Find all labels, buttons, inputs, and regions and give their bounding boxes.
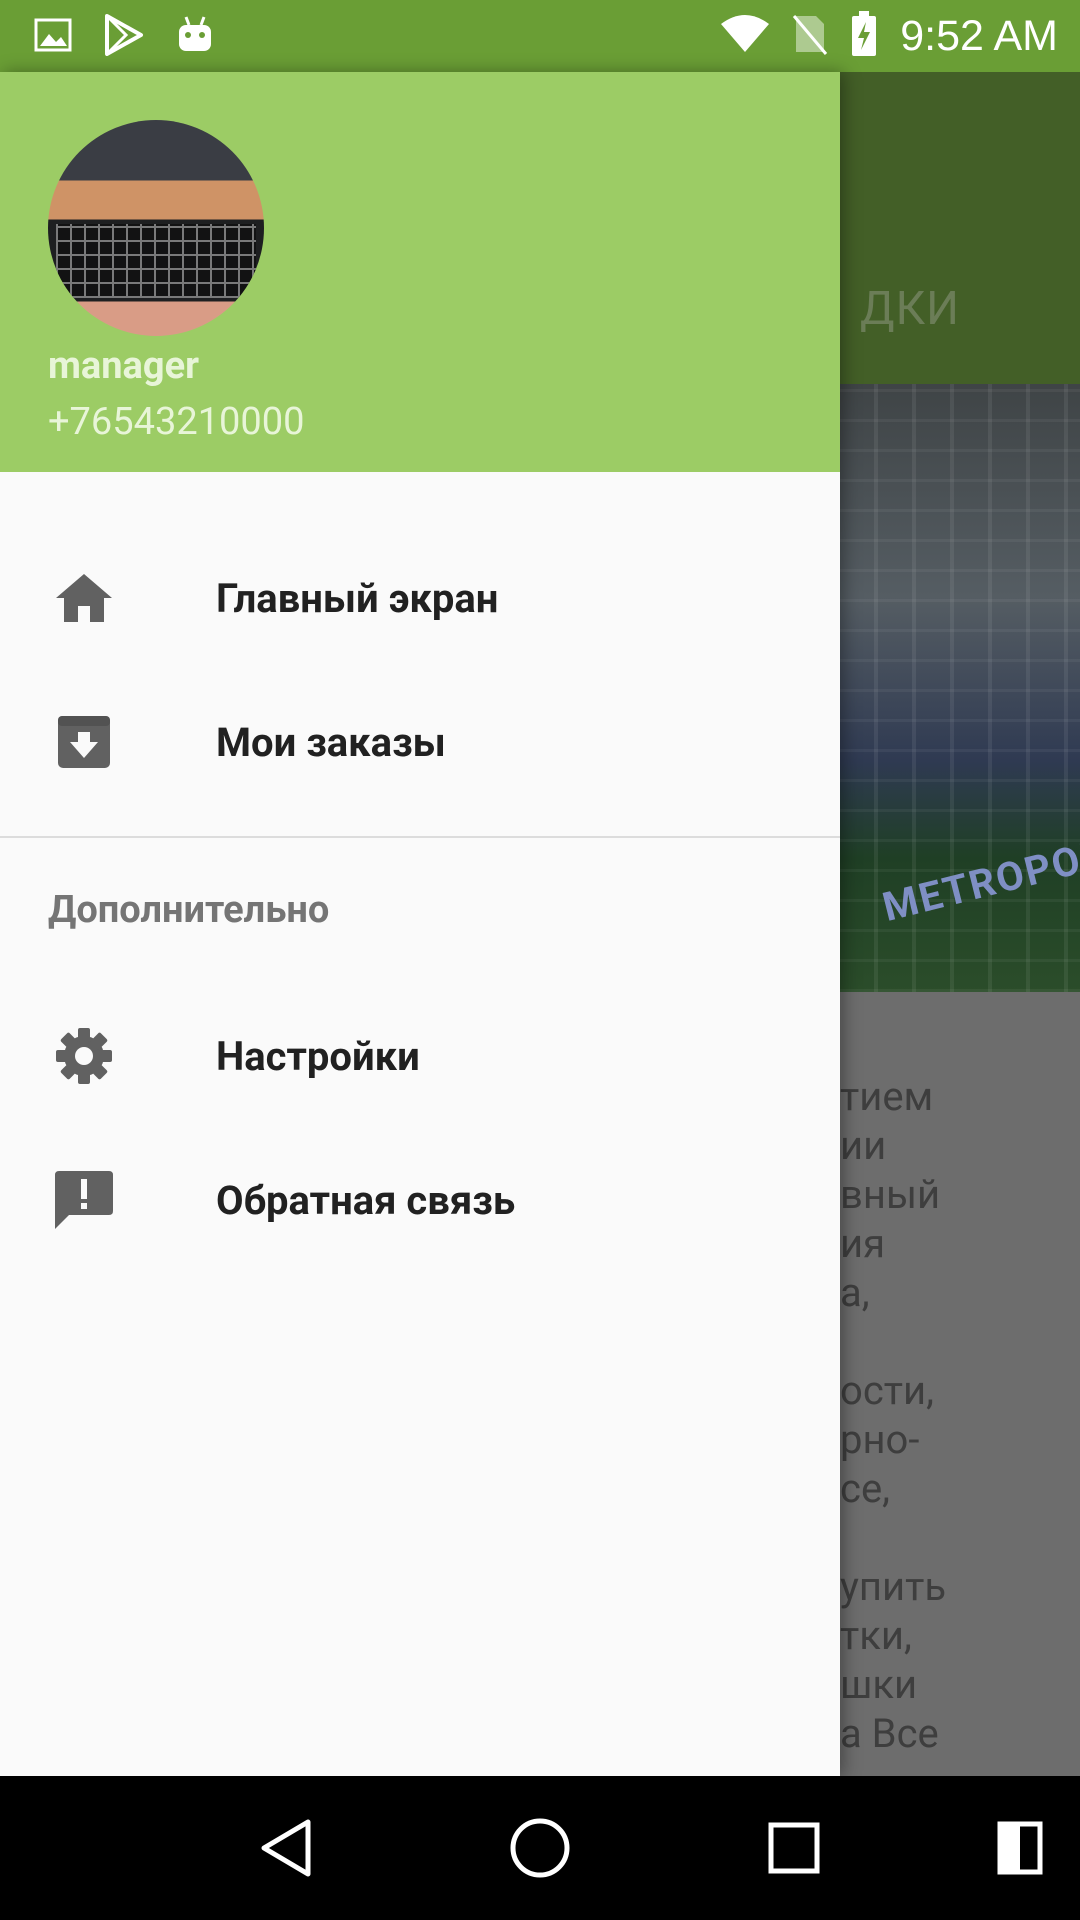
user-name: manager xyxy=(48,344,200,388)
home-circle-icon[interactable] xyxy=(504,1812,576,1884)
menu-item-settings[interactable]: Настройки xyxy=(0,984,840,1128)
drawer-divider xyxy=(0,836,840,838)
wifi-icon xyxy=(720,14,770,58)
recents-icon[interactable] xyxy=(758,1812,830,1884)
keyboard-photo xyxy=(56,224,256,298)
home-icon xyxy=(52,566,116,630)
menu-item-feedback[interactable]: Обратная связь xyxy=(0,1128,840,1272)
background-photo-ad: METROPOLS xyxy=(878,824,1080,931)
gear-icon xyxy=(52,1024,116,1088)
menu-item-home[interactable]: Главный экран xyxy=(0,526,840,670)
battery-charging-icon xyxy=(850,10,878,62)
avatar[interactable] xyxy=(48,120,264,336)
split-screen-icon[interactable] xyxy=(984,1812,1056,1884)
archive-download-icon xyxy=(52,710,116,774)
navigation-bar xyxy=(0,1776,1080,1920)
play-store-icon xyxy=(104,14,144,60)
status-bar: 9:52 AM xyxy=(0,0,1080,72)
back-icon[interactable] xyxy=(250,1812,322,1884)
menu-item-feedback-label: Обратная связь xyxy=(216,1176,516,1224)
menu-item-home-label: Главный экран xyxy=(216,574,499,622)
android-icon xyxy=(176,15,214,59)
user-phone: +76543210000 xyxy=(48,400,305,444)
feedback-icon xyxy=(52,1168,116,1232)
drawer-header: manager +76543210000 xyxy=(0,72,840,472)
status-time: 9:52 AM xyxy=(900,11,1058,60)
navigation-drawer: manager +76543210000 Главный экран Мои з… xyxy=(0,72,840,1776)
no-sim-icon xyxy=(792,12,828,60)
image-icon xyxy=(34,18,72,56)
menu-item-orders-label: Мои заказы xyxy=(216,718,446,766)
menu-item-settings-label: Настройки xyxy=(216,1032,420,1080)
menu-item-orders[interactable]: Мои заказы xyxy=(0,670,840,814)
section-title-additional: Дополнительно xyxy=(48,888,330,932)
